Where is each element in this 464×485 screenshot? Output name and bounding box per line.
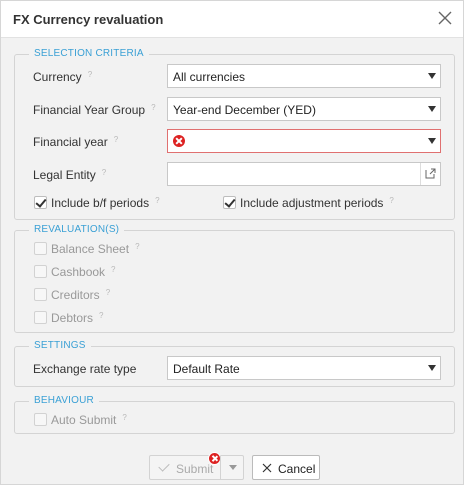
legal-entity-label: Legal Entity? [33,168,107,182]
button-divider [220,456,221,479]
dialog-title: FX Currency revaluation [13,12,164,27]
help-icon[interactable]: ? [389,196,393,205]
currency-label: Currency? [33,70,93,84]
exchange-rate-type-label: Exchange rate type [33,362,137,376]
chevron-down-icon [428,106,436,112]
include-adjustment-checkbox[interactable] [223,196,236,209]
auto-submit-checkbox[interactable] [34,413,47,426]
chevron-down-icon [428,365,436,371]
debtors-label: Debtors? [51,311,104,325]
creditors-checkbox[interactable] [34,288,47,301]
help-icon[interactable]: ? [135,242,139,251]
currency-value: All currencies [173,70,246,84]
cashbook-label: Cashbook? [51,265,116,279]
cancel-button[interactable]: Cancel [252,455,320,480]
help-icon[interactable]: ? [114,135,118,144]
help-icon[interactable]: ? [122,413,126,422]
include-bf-label: Include b/f periods? [51,196,160,210]
balance-sheet-checkbox[interactable] [34,242,47,255]
check-icon [158,460,170,472]
currency-select[interactable]: All currencies [167,64,441,88]
chevron-down-icon [428,138,436,144]
debtors-checkbox[interactable] [34,311,47,324]
behaviour-legend: BEHAVIOUR [29,395,99,406]
fy-group-value: Year-end December (YED) [173,103,316,117]
close-icon [262,463,272,473]
selection-criteria-legend: SELECTION CRITERIA [29,48,149,59]
creditors-label: Creditors? [51,288,111,302]
submit-button[interactable]: Submit [149,452,244,480]
financial-year-label: Financial year? [33,135,119,149]
cashbook-checkbox[interactable] [34,265,47,278]
help-icon[interactable]: ? [88,70,92,79]
help-icon[interactable]: ? [111,265,115,274]
fy-group-label: Financial Year Group? [33,103,156,117]
help-icon[interactable]: ? [106,288,110,297]
chevron-down-icon[interactable] [229,465,237,470]
chevron-down-icon [428,73,436,79]
include-bf-checkbox[interactable] [34,196,47,209]
dialog-titlebar: FX Currency revaluation [1,1,463,38]
auto-submit-label: Auto Submit? [51,413,127,427]
help-icon[interactable]: ? [102,168,106,177]
fx-revaluation-dialog: FX Currency revaluation SELECTION CRITER… [0,0,464,485]
help-icon[interactable]: ? [155,196,159,205]
financial-year-select[interactable] [167,129,441,153]
error-icon [173,135,185,147]
fy-group-select[interactable]: Year-end December (YED) [167,97,441,121]
external-link-icon[interactable] [420,163,440,185]
include-adjustment-label: Include adjustment periods? [240,196,394,210]
close-icon[interactable] [436,9,454,27]
cancel-label: Cancel [278,462,316,476]
legal-entity-input[interactable] [167,162,441,186]
help-icon[interactable]: ? [99,311,103,320]
balance-sheet-label: Balance Sheet? [51,242,140,256]
exchange-rate-type-value: Default Rate [173,362,240,376]
exchange-rate-type-select[interactable]: Default Rate [167,356,441,380]
revaluations-legend: REVALUATION(S) [29,224,125,235]
submit-label: Submit [176,462,214,476]
settings-legend: SETTINGS [29,340,91,351]
help-icon[interactable]: ? [151,103,155,112]
